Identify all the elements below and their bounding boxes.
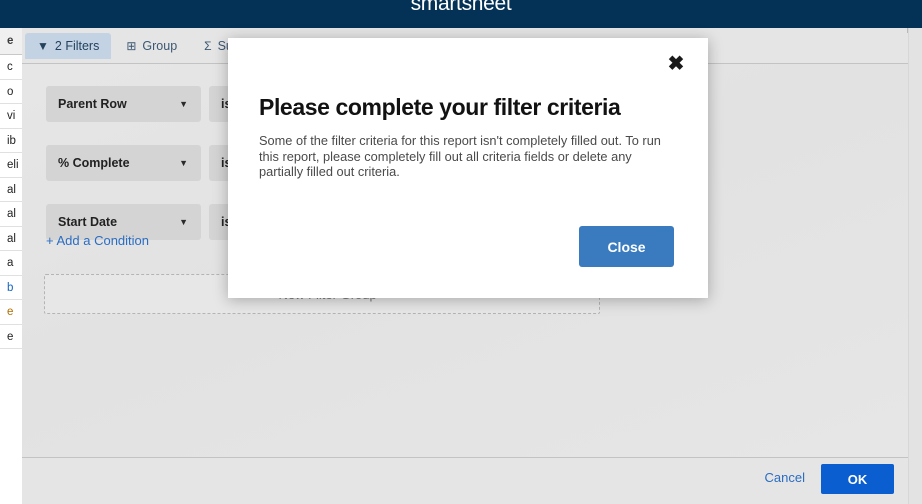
grid-row-list: c o vi ib eli al al al a b e e: [0, 55, 22, 349]
grid-row-cell[interactable]: al: [0, 202, 22, 227]
grid-row-cell[interactable]: c: [0, 55, 22, 80]
grid-row-cell[interactable]: vi: [0, 104, 22, 129]
chevron-down-icon: ▼: [179, 158, 188, 168]
group-icon: ⊞: [126, 39, 137, 53]
grid-row-cell[interactable]: al: [0, 227, 22, 251]
grid-row-cell[interactable]: al: [0, 178, 22, 202]
chevron-down-icon: ▼: [179, 99, 188, 109]
tab-label: 2 Filters: [54, 39, 100, 53]
grid-row-cell[interactable]: e: [0, 325, 22, 349]
criterion-field-select[interactable]: Parent Row ▼: [46, 86, 201, 122]
criterion-field-select-value: Parent Row: [58, 97, 127, 111]
smartsheet-logo: smartsheet: [410, 0, 512, 15]
grid-row-cell[interactable]: ib: [0, 129, 22, 153]
dialog-message: Some of the filter criteria for this rep…: [259, 133, 661, 179]
app-header-bar: smartsheet: [0, 0, 922, 28]
tab-label: Group: [142, 39, 178, 53]
criterion-field-select[interactable]: % Complete ▼: [46, 145, 201, 181]
grid-row-cell[interactable]: o: [0, 80, 22, 104]
grid-row-cell[interactable]: eli: [0, 153, 22, 178]
add-condition-link[interactable]: + Add a Condition: [46, 233, 149, 248]
grid-row-cell[interactable]: e: [0, 300, 22, 325]
grid-row-cell[interactable]: b: [0, 276, 22, 300]
close-icon[interactable]: ✖: [664, 53, 688, 77]
grid-column-header: e: [0, 28, 22, 55]
grid-row-cell[interactable]: a: [0, 251, 22, 276]
dialog-close-button[interactable]: Close: [579, 226, 674, 267]
tab-filters[interactable]: ▼ 2 Filters: [25, 33, 112, 59]
filter-funnel-icon: ▼: [37, 39, 49, 53]
alert-dialog: ✖ Please complete your filter criteria S…: [228, 38, 708, 298]
cancel-button[interactable]: Cancel: [765, 470, 805, 485]
tab-group[interactable]: ⊞ Group: [114, 33, 189, 59]
ok-button[interactable]: OK: [821, 464, 894, 494]
dialog-title: Please complete your filter criteria: [259, 94, 621, 120]
sigma-icon: Σ: [204, 39, 212, 53]
panel-footer-bar: Cancel OK: [22, 457, 908, 504]
chevron-down-icon: ▼: [179, 217, 188, 227]
right-gutter: [909, 28, 922, 504]
grid-left-column: e c o vi ib eli al al al a b e e: [0, 28, 23, 504]
criterion-field-select-value: % Complete: [58, 156, 130, 170]
